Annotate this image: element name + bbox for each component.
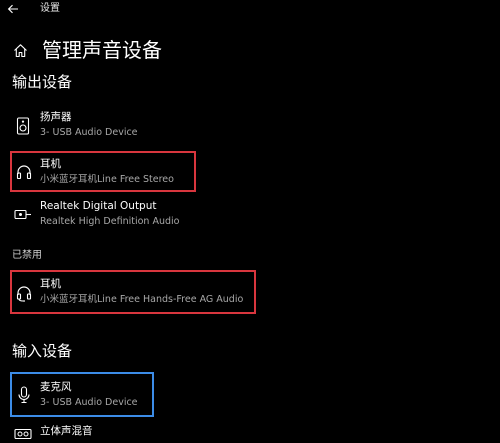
device-description: 3- USB Audio Device — [40, 127, 138, 138]
device-stereo-mix[interactable]: 立体声混音 — [10, 421, 210, 440]
page-title: 管理声音设备 — [42, 38, 162, 62]
device-realtek-digital-output[interactable]: Realtek Digital Output Realtek High Defi… — [10, 196, 230, 234]
device-name: 耳机 — [40, 278, 61, 290]
headphones-icon — [15, 163, 33, 181]
home-icon — [13, 43, 27, 57]
back-button[interactable] — [4, 1, 22, 17]
title-bar: 设置 — [0, 0, 500, 20]
digital-output-icon — [14, 206, 32, 224]
device-name: Realtek Digital Output — [40, 200, 157, 212]
device-microphone[interactable]: 麦克风 3- USB Audio Device — [10, 372, 154, 417]
device-description: 3- USB Audio Device — [40, 397, 138, 408]
device-description: 小米蓝牙耳机Line Free Stereo — [40, 174, 174, 185]
device-description: 小米蓝牙耳机Line Free Hands-Free AG Audio — [40, 294, 244, 305]
page-header: 管理声音设备 — [12, 34, 162, 66]
back-arrow-icon — [7, 4, 18, 14]
speaker-icon — [14, 117, 32, 135]
device-headset-hands-free[interactable]: 耳机 小米蓝牙耳机Line Free Hands-Free AG Audio — [10, 270, 256, 314]
device-description: Realtek High Definition Audio — [40, 216, 180, 227]
device-name: 麦克风 — [40, 381, 72, 393]
headset-icon — [15, 284, 33, 302]
device-name: 扬声器 — [40, 111, 72, 123]
input-devices-heading: 输入设备 — [12, 342, 73, 360]
device-headphones-stereo[interactable]: 耳机 小米蓝牙耳机Line Free Stereo — [10, 151, 196, 192]
device-name: 耳机 — [40, 158, 61, 170]
output-devices-heading: 输出设备 — [12, 73, 73, 91]
stereo-mix-icon — [14, 425, 32, 443]
microphone-icon — [15, 386, 33, 404]
device-speaker[interactable]: 扬声器 3- USB Audio Device — [10, 107, 210, 145]
device-name: 立体声混音 — [40, 425, 93, 437]
disabled-devices-label: 已禁用 — [12, 250, 42, 261]
home-button[interactable] — [12, 42, 28, 58]
window-title: 设置 — [40, 3, 60, 14]
